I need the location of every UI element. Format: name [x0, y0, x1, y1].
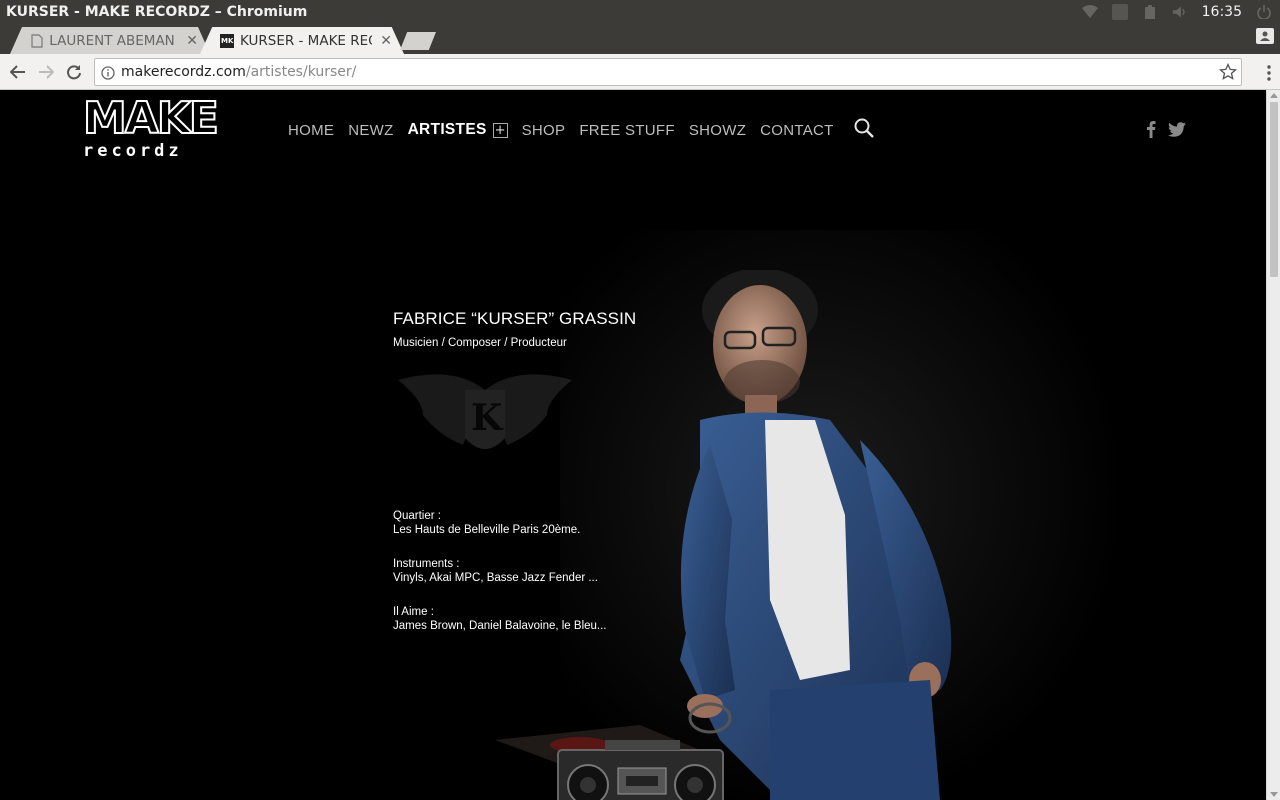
scroll-up-arrow-icon[interactable] [1270, 93, 1278, 98]
logo-wordmark-top: MAKE [82, 93, 220, 144]
reload-icon[interactable] [64, 62, 84, 82]
nav-artistes[interactable]: ARTISTES [408, 121, 487, 139]
scroll-down-arrow-icon[interactable] [1270, 792, 1278, 797]
tab-strip: LAURENT ABEMAN ✕ MK KURSER - MAKE REC ✕ [0, 24, 1280, 54]
nav-artistes-group: ARTISTES + [408, 121, 508, 139]
search-icon[interactable] [854, 118, 874, 142]
browser-toolbar: makerecordz.com/artistes/kurser/ [0, 54, 1280, 90]
info-icon[interactable] [101, 65, 115, 84]
forward-icon[interactable] [36, 62, 56, 82]
nav-free-stuff[interactable]: FREE STUFF [579, 122, 675, 139]
url-text: makerecordz.com/artistes/kurser/ [121, 64, 356, 80]
logo-wordmark-bottom: recordz [83, 141, 183, 161]
fact-label: Instruments : [393, 558, 460, 570]
tab-laurent-abeman[interactable]: LAURENT ABEMAN ✕ [10, 27, 210, 54]
battery-icon[interactable] [1142, 4, 1158, 20]
address-bar[interactable]: makerecordz.com/artistes/kurser/ [94, 58, 1242, 86]
os-top-bar: KURSER - MAKE RECORDZ – Chromium 16:35 [0, 0, 1280, 24]
close-icon[interactable]: ✕ [186, 33, 198, 49]
url-host: makerecordz.com [121, 64, 246, 80]
make-favicon: MK [220, 33, 234, 48]
fact-value: Les Hauts de Belleville Paris 20ème. [393, 524, 581, 536]
volume-icon[interactable] [1172, 4, 1188, 20]
keyboard-icon[interactable] [1111, 4, 1128, 20]
star-icon[interactable] [1218, 62, 1238, 85]
twitter-icon[interactable] [1168, 121, 1186, 141]
artist-name: FABRICE “KURSER” GRASSIN [393, 309, 637, 328]
fact-instruments: Instruments : Vinyls, Akai MPC, Basse Ja… [393, 557, 598, 585]
svg-text:MK: MK [221, 37, 234, 45]
fact-value: Vinyls, Akai MPC, Basse Jazz Fender ... [393, 572, 598, 584]
fact-value: James Brown, Daniel Balavoine, le Bleu..… [393, 620, 607, 632]
tab-label: KURSER - MAKE REC [240, 32, 373, 49]
tab-kurser[interactable]: MK KURSER - MAKE REC ✕ [200, 27, 404, 54]
facebook-icon[interactable] [1146, 120, 1156, 142]
page-icon [30, 33, 43, 48]
page-viewport: K MAKE recordz HOME NEWZ ARTISTES + SHOP… [0, 90, 1266, 800]
nav-home[interactable]: HOME [288, 122, 334, 139]
nav-newz[interactable]: NEWZ [348, 122, 393, 139]
page-scrollbar[interactable] [1266, 90, 1280, 800]
wifi-icon[interactable] [1081, 4, 1098, 20]
system-tray: 16:35 [1081, 0, 1280, 24]
expand-plus-icon[interactable]: + [492, 122, 508, 138]
social-links [1146, 120, 1186, 142]
profile-icon[interactable] [1256, 28, 1274, 44]
tab-label: LAURENT ABEMAN [49, 32, 175, 49]
clock[interactable]: 16:35 [1202, 4, 1242, 20]
url-path: /artistes/kurser/ [245, 64, 357, 80]
fact-il-aime: Il Aime : James Brown, Daniel Balavoine,… [393, 605, 607, 633]
power-icon[interactable] [1256, 4, 1272, 20]
window-title: KURSER - MAKE RECORDZ – Chromium [6, 4, 308, 20]
nav-showz[interactable]: SHOWZ [689, 122, 746, 139]
menu-icon[interactable] [1266, 64, 1272, 82]
main-nav: HOME NEWZ ARTISTES + SHOP FREE STUFF SHO… [288, 118, 874, 142]
make-recordz-logo[interactable]: MAKE recordz [82, 93, 235, 161]
nav-contact[interactable]: CONTACT [760, 122, 833, 139]
scroll-thumb[interactable] [1270, 102, 1278, 277]
artist-role: Musicien / Composer / Producteur [393, 337, 567, 349]
fact-label: Quartier : [393, 510, 441, 522]
close-icon[interactable]: ✕ [380, 33, 392, 49]
back-icon[interactable] [8, 62, 28, 82]
new-tab-button[interactable] [400, 32, 436, 50]
fact-label: Il Aime : [393, 606, 434, 618]
nav-shop[interactable]: SHOP [522, 122, 566, 139]
fact-quartier: Quartier : Les Hauts de Belleville Paris… [393, 509, 580, 537]
